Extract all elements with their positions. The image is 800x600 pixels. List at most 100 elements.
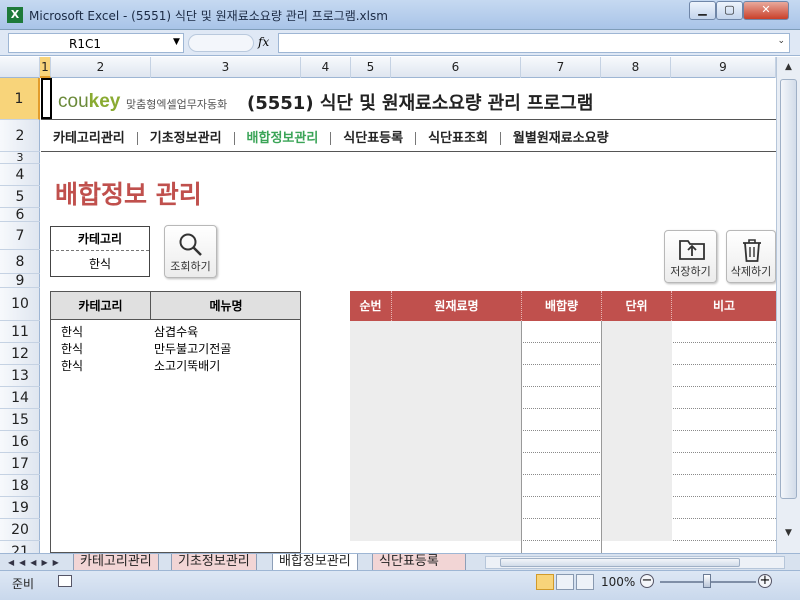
row-header[interactable]: 16	[0, 431, 40, 453]
ingredient-cell[interactable]	[350, 453, 521, 475]
ingredient-cell[interactable]	[350, 409, 521, 431]
row-header[interactable]: 1	[0, 78, 40, 120]
unit-cell[interactable]	[602, 387, 672, 409]
table-row[interactable]	[350, 431, 776, 453]
unit-cell[interactable]	[602, 475, 672, 497]
row-header[interactable]: 20	[0, 519, 40, 541]
row-header[interactable]: 8	[0, 250, 40, 274]
column-header[interactable]: 8	[601, 57, 671, 78]
row-header[interactable]: 6	[0, 208, 40, 222]
ingredient-cell[interactable]	[350, 519, 521, 541]
row-header[interactable]: 9	[0, 274, 40, 288]
horizontal-scrollbar[interactable]	[485, 556, 785, 569]
nav-menu-register[interactable]: 식단표등록	[343, 127, 403, 146]
scroll-down-icon[interactable]: ▼	[780, 525, 797, 542]
table-row[interactable]	[350, 497, 776, 519]
row-header[interactable]: 15	[0, 409, 40, 431]
column-header[interactable]: 2	[51, 57, 151, 78]
sheet-tab-category[interactable]: 카테고리관리	[73, 554, 159, 571]
unit-cell[interactable]	[602, 343, 672, 365]
ingredient-cell[interactable]	[350, 387, 521, 409]
category-filter-input[interactable]: 한식	[51, 252, 149, 276]
row-header[interactable]: 2	[0, 120, 40, 152]
row-header[interactable]: 7	[0, 222, 40, 250]
ingredient-cell[interactable]	[350, 431, 521, 453]
column-header[interactable]: 9	[671, 57, 776, 78]
table-row[interactable]: 한식 소고기뚝배기	[51, 356, 300, 373]
unit-cell[interactable]	[602, 431, 672, 453]
page-break-view-icon[interactable]	[576, 574, 594, 590]
table-row[interactable]	[350, 387, 776, 409]
zoom-level[interactable]: 100%	[601, 575, 635, 589]
nav-monthly-usage[interactable]: 월별원재료소요량	[513, 127, 609, 146]
name-box[interactable]: R1C1 ▼	[8, 33, 184, 53]
expand-formula-icon[interactable]: ⌄	[777, 36, 785, 46]
delete-button[interactable]: 삭제하기	[726, 230, 776, 283]
row-header[interactable]: 13	[0, 365, 40, 387]
column-header[interactable]: 7	[521, 57, 601, 78]
normal-view-icon[interactable]	[536, 574, 554, 590]
ingredient-cell[interactable]	[350, 475, 521, 497]
row-header[interactable]: 4	[0, 164, 40, 186]
column-header[interactable]: 1	[40, 57, 51, 78]
chevron-down-icon[interactable]: ▼	[173, 37, 180, 47]
macro-record-icon[interactable]	[58, 575, 72, 587]
scroll-thumb[interactable]	[500, 558, 740, 567]
maximize-button[interactable]: ▢	[716, 1, 743, 20]
table-row[interactable]: 한식 삼겹수육	[51, 322, 300, 339]
unit-cell[interactable]	[602, 365, 672, 387]
table-row[interactable]	[350, 343, 776, 365]
zoom-slider-thumb[interactable]	[703, 574, 711, 588]
row-header[interactable]: 21	[0, 541, 40, 553]
unit-cell[interactable]	[602, 497, 672, 519]
formula-input[interactable]: ⌄	[278, 33, 790, 53]
row-header[interactable]: 17	[0, 453, 40, 475]
row-header[interactable]: 10	[0, 288, 40, 321]
nav-menu-lookup[interactable]: 식단표조회	[428, 127, 488, 146]
column-header[interactable]: 3	[151, 57, 301, 78]
sheet-tab-menu-register[interactable]: 식단표등록	[372, 554, 466, 571]
row-header[interactable]: 19	[0, 497, 40, 519]
table-row[interactable]	[350, 519, 776, 541]
row-header[interactable]: 3	[0, 152, 40, 164]
table-row[interactable]	[350, 409, 776, 431]
row-header[interactable]: 5	[0, 186, 40, 208]
minimize-button[interactable]: ▁	[689, 1, 716, 20]
column-header[interactable]: 6	[391, 57, 521, 78]
sheet-tab-recipe-info[interactable]: 배합정보관리	[272, 554, 358, 571]
table-row[interactable]	[350, 365, 776, 387]
nav-category[interactable]: 카테고리관리	[53, 127, 125, 146]
row-header[interactable]: 14	[0, 387, 40, 409]
scroll-thumb[interactable]	[780, 79, 797, 499]
column-header[interactable]: 5	[351, 57, 391, 78]
nav-recipe-info[interactable]: 배합정보관리	[247, 127, 319, 146]
scroll-up-icon[interactable]: ▲	[780, 59, 797, 76]
sheet-tab-basic-info[interactable]: 기초정보관리	[171, 554, 257, 571]
unit-cell[interactable]	[602, 321, 672, 343]
ingredient-cell[interactable]	[350, 365, 521, 387]
active-cell[interactable]	[41, 78, 52, 119]
tab-navigation-icon[interactable]: ◀◀◀▶▶	[8, 554, 64, 571]
ingredient-cell[interactable]	[350, 343, 521, 365]
unit-cell[interactable]	[602, 409, 672, 431]
row-header[interactable]: 11	[0, 321, 40, 343]
unit-cell[interactable]	[602, 519, 672, 541]
table-row[interactable]: 한식 만두불고기전골	[51, 339, 300, 356]
select-all-corner[interactable]	[0, 57, 40, 78]
row-header[interactable]: 12	[0, 343, 40, 365]
search-button[interactable]: 조회하기	[164, 225, 217, 278]
table-row[interactable]	[350, 475, 776, 497]
page-layout-view-icon[interactable]	[556, 574, 574, 590]
unit-cell[interactable]	[602, 453, 672, 475]
zoom-out-icon[interactable]: −	[640, 574, 654, 588]
table-row[interactable]	[350, 321, 776, 343]
row-header[interactable]: 18	[0, 475, 40, 497]
zoom-in-icon[interactable]: +	[758, 574, 772, 588]
column-header[interactable]: 4	[301, 57, 351, 78]
table-row[interactable]	[350, 453, 776, 475]
nav-basic-info[interactable]: 기초정보관리	[150, 127, 222, 146]
save-button[interactable]: 저장하기	[664, 230, 717, 283]
close-button[interactable]: ✕	[743, 1, 789, 20]
fx-icon[interactable]: fx	[258, 35, 269, 49]
ingredient-cell[interactable]	[350, 497, 521, 519]
